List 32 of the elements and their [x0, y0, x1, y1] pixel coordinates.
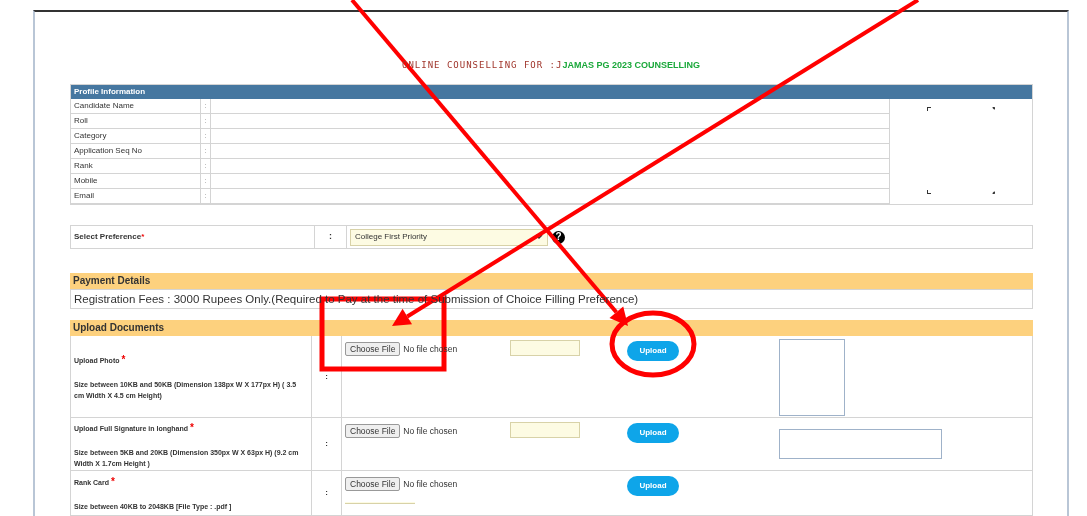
separator: :: [201, 174, 211, 188]
separator: :: [201, 114, 211, 128]
field-label: Candidate Name: [71, 99, 201, 113]
preference-select[interactable]: College First Priority: [350, 228, 548, 246]
choose-file-button[interactable]: Choose File: [345, 477, 401, 491]
input-field[interactable]: [510, 340, 580, 356]
field-label: Rank: [71, 159, 201, 173]
separator: :: [329, 230, 332, 244]
section-header: Payment Details: [70, 273, 1033, 289]
input-field[interactable]: [510, 422, 580, 438]
chevron-icon: [535, 234, 543, 240]
choose-file-button[interactable]: Choose File: [345, 424, 401, 438]
separator: :: [312, 418, 342, 470]
separator: :: [312, 471, 342, 515]
exam-name: JAMAS PG 2023 COUNSELLING: [562, 58, 700, 72]
section-header: Upload Documents: [70, 320, 1033, 336]
file-status: No file chosen: [403, 477, 458, 491]
field-label: Mobile: [71, 174, 201, 188]
separator: :: [201, 159, 211, 173]
field-label: Email: [71, 189, 201, 203]
file-status: No file chosen: [403, 424, 458, 438]
separator: :: [201, 99, 211, 113]
field-label: Application Seq No: [71, 144, 201, 158]
field-label: Select Preference*: [71, 226, 315, 248]
choose-file-button[interactable]: Choose File: [345, 342, 401, 356]
separator: :: [201, 129, 211, 143]
section-header: Profile Information: [71, 85, 1032, 99]
separator: :: [201, 189, 211, 203]
field-label: Roll: [71, 114, 201, 128]
separator: :: [312, 336, 342, 417]
separator: :: [201, 144, 211, 158]
field-label: Category: [71, 129, 201, 143]
